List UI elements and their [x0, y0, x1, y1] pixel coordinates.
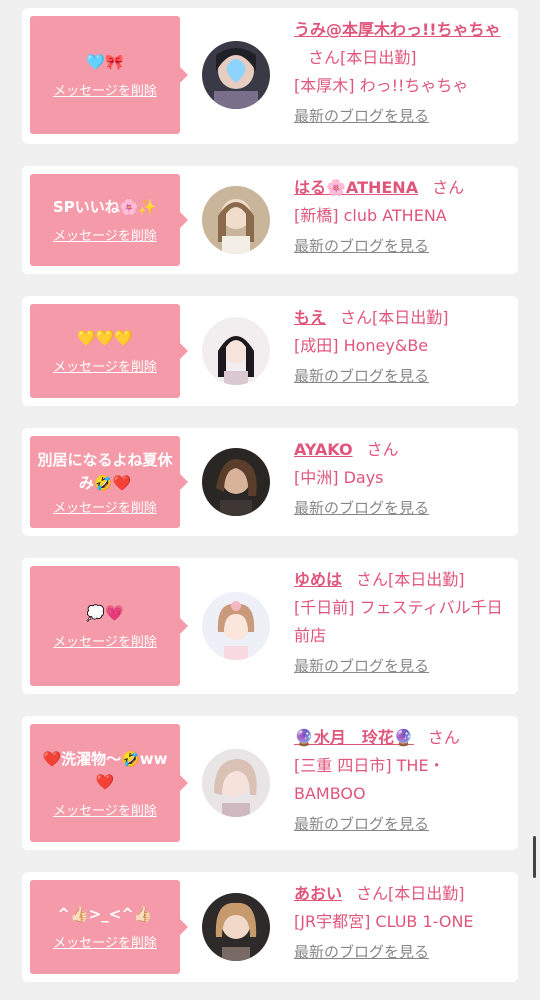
message-text: ^👍🏻>_<^👍🏻 [57, 905, 153, 923]
cast-info: AYAKO さん [中洲] Days 最新のブログを見る [294, 436, 510, 522]
avatar-image [202, 448, 270, 516]
cast-name-link[interactable]: 🔮水月 玲花🔮 [294, 728, 414, 747]
message-card: 🩵🎀 メッセージを削除 うみ@本厚木わっ!!ちゃちゃさん[本日出勤] [本厚木]… [22, 8, 518, 144]
avatar[interactable] [202, 749, 270, 817]
message-card: SPいいね🌸✨ メッセージを削除 はる🌸ATHENA さん [新橋] club A… [22, 166, 518, 274]
cast-name-link[interactable]: AYAKO [294, 440, 353, 459]
honorific: さん [366, 440, 399, 459]
latest-blog-link[interactable]: 最新のブログを見る [294, 810, 429, 838]
message-text: 🩵🎀 [86, 53, 124, 71]
avatar-image [202, 317, 270, 385]
cast-info: うみ@本厚木わっ!!ちゃちゃさん[本日出勤] [本厚木] わっ!!ちゃちゃ 最新… [294, 16, 510, 130]
honorific: さん [356, 884, 389, 903]
message-bubble: ❤️洗濯物〜🤣ww❤️ メッセージを削除 [30, 724, 188, 842]
latest-blog-link[interactable]: 最新のブログを見る [294, 938, 429, 966]
cast-info: はる🌸ATHENA さん [新橋] club ATHENA 最新のブログを見る [294, 174, 510, 260]
delete-message-link[interactable]: メッセージを削除 [53, 225, 157, 244]
message-card: 💛💛💛 メッセージを削除 もえ さん[本日出勤] [成田] Honey&Be 最新… [22, 296, 518, 406]
attendance-status: [本日出勤] [388, 570, 465, 589]
attendance-status: [本日出勤] [372, 308, 449, 327]
avatar[interactable] [202, 317, 270, 385]
cast-name-link[interactable]: うみ@本厚木わっ!!ちゃちゃ [294, 20, 501, 39]
cast-name-link[interactable]: もえ [294, 308, 326, 327]
message-bubble: SPいいね🌸✨ メッセージを削除 [30, 174, 188, 266]
cast-name-link[interactable]: ゆめは [294, 570, 342, 589]
delete-message-link[interactable]: メッセージを削除 [53, 80, 157, 99]
latest-blog-link[interactable]: 最新のブログを見る [294, 652, 429, 680]
message-text: ❤️洗濯物〜🤣ww❤️ [42, 749, 168, 791]
shop-name: [中洲] Days [294, 468, 384, 487]
message-text: 💛💛💛 [76, 329, 134, 347]
cast-name-link[interactable]: あおい [294, 884, 342, 903]
avatar-image [202, 749, 270, 817]
message-bubble: 🩵🎀 メッセージを削除 [30, 16, 188, 134]
shop-name: [新橋] club ATHENA [294, 206, 447, 225]
delete-message-link[interactable]: メッセージを削除 [53, 356, 157, 375]
latest-blog-link[interactable]: 最新のブログを見る [294, 362, 429, 390]
shop-name: [三重 四日市] THE・BAMBOO [294, 756, 445, 803]
delete-message-link[interactable]: メッセージを削除 [53, 932, 157, 951]
latest-blog-link[interactable]: 最新のブログを見る [294, 494, 429, 522]
latest-blog-link[interactable]: 最新のブログを見る [294, 232, 429, 260]
delete-message-link[interactable]: メッセージを削除 [53, 631, 157, 650]
message-bubble: 別居になるよね夏休み🤣❤️ メッセージを削除 [30, 436, 188, 528]
message-card: 別居になるよね夏休み🤣❤️ メッセージを削除 AYAKO さん [中洲] Days… [22, 428, 518, 536]
avatar-image [202, 186, 270, 254]
message-text: 別居になるよね夏休み🤣❤️ [37, 450, 173, 492]
attendance-status: [本日出勤] [388, 884, 465, 903]
latest-blog-link[interactable]: 最新のブログを見る [294, 102, 429, 130]
honorific: さん [427, 728, 460, 747]
cast-info: ゆめは さん[本日出勤] [千日前] フェスティバル千日前店 最新のブログを見る [294, 566, 510, 680]
shop-name: [成田] Honey&Be [294, 336, 429, 355]
shop-name: [JR宇都宮] CLUB 1-ONE [294, 912, 474, 931]
message-card: 💭💗 メッセージを削除 ゆめは さん[本日出勤] [千日前] フェスティバル千日前… [22, 558, 518, 694]
delete-message-link[interactable]: メッセージを削除 [53, 497, 157, 516]
message-card: ❤️洗濯物〜🤣ww❤️ メッセージを削除 🔮水月 玲花🔮 さん [三重 四日市] … [22, 716, 518, 850]
message-bubble: 💛💛💛 メッセージを削除 [30, 304, 188, 398]
message-text: SPいいね🌸✨ [52, 198, 158, 216]
shop-name: [千日前] フェスティバル千日前店 [294, 598, 503, 645]
attendance-status: [本日出勤] [340, 48, 417, 67]
message-bubble: 💭💗 メッセージを削除 [30, 566, 188, 686]
avatar[interactable] [202, 41, 270, 109]
shop-name: [本厚木] わっ!!ちゃちゃ [294, 76, 469, 95]
avatar-image [202, 41, 270, 109]
message-card: ^👍🏻>_<^👍🏻 メッセージを削除 あおい さん[本日出勤] [JR宇都宮] C… [22, 872, 518, 982]
avatar[interactable] [202, 186, 270, 254]
cast-info: 🔮水月 玲花🔮 さん [三重 四日市] THE・BAMBOO 最新のブログを見る [294, 724, 510, 838]
message-text: 💭💗 [86, 604, 124, 622]
honorific: さん [308, 48, 341, 67]
delete-message-link[interactable]: メッセージを削除 [53, 800, 157, 819]
avatar[interactable] [202, 448, 270, 516]
avatar-image [202, 893, 270, 961]
honorific: さん [340, 308, 373, 327]
cast-name-link[interactable]: はる🌸ATHENA [294, 178, 418, 197]
avatar[interactable] [202, 893, 270, 961]
avatar[interactable] [202, 592, 270, 660]
honorific: さん [432, 178, 465, 197]
cast-info: もえ さん[本日出勤] [成田] Honey&Be 最新のブログを見る [294, 304, 510, 390]
cast-info: あおい さん[本日出勤] [JR宇都宮] CLUB 1-ONE 最新のブログを見る [294, 880, 510, 966]
honorific: さん [356, 570, 389, 589]
message-bubble: ^👍🏻>_<^👍🏻 メッセージを削除 [30, 880, 188, 974]
scrollbar[interactable] [533, 836, 536, 878]
avatar-image [202, 592, 270, 660]
